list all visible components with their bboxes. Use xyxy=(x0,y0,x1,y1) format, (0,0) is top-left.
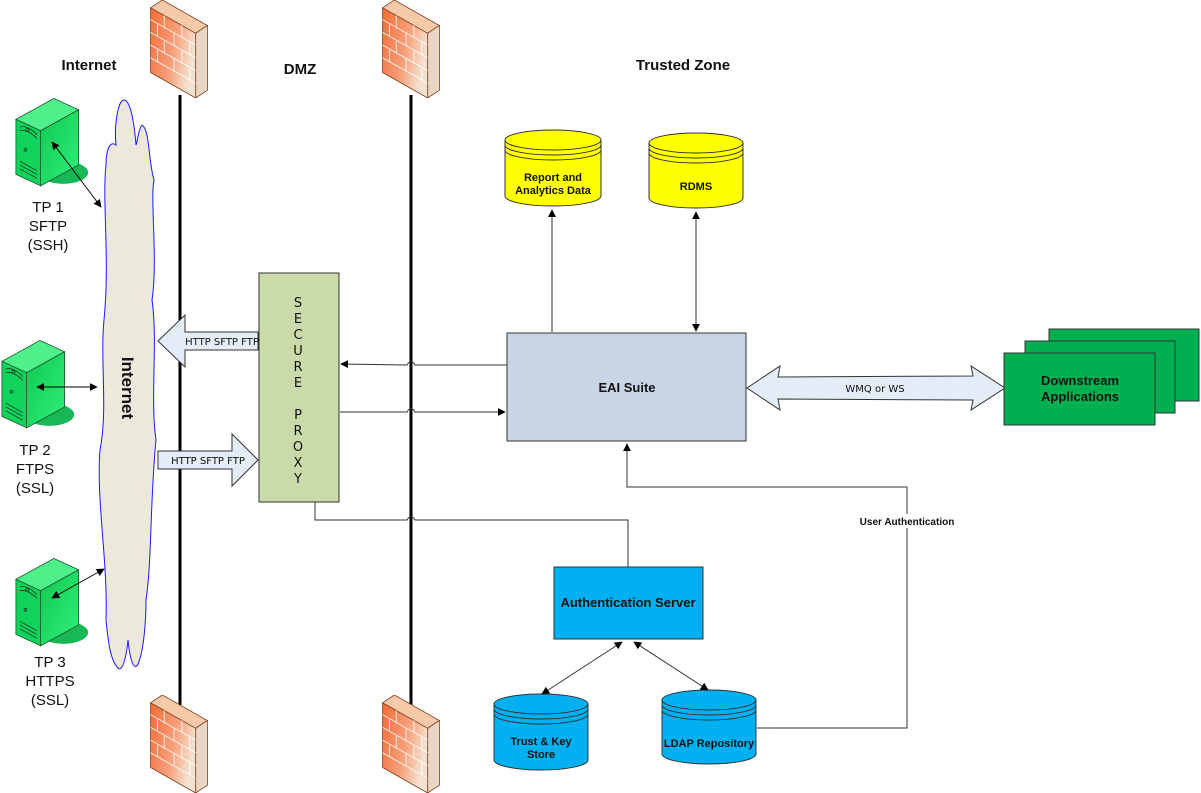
svg-text:S: S xyxy=(294,296,302,311)
server-icon-tp3 xyxy=(15,557,89,647)
svg-text:U: U xyxy=(293,344,303,359)
wmq-ws-label: WMQ or WS xyxy=(845,384,904,395)
authentication-server-label: Authentication Server xyxy=(560,595,695,610)
svg-text:E: E xyxy=(294,312,302,327)
svg-text:Store: Store xyxy=(527,749,555,761)
svg-text:E: E xyxy=(294,376,302,391)
svg-text:HTTPS: HTTPS xyxy=(25,673,74,690)
network-diagram: Internet DMZ Trusted Zone Internet TP 1 … xyxy=(1,0,1200,793)
auth-trust-store-arrow xyxy=(541,641,623,695)
report-analytics-db: Report and Analytics Data xyxy=(504,129,602,207)
svg-text:RDMS: RDMS xyxy=(680,181,712,193)
inbound-protocol-label: HTTP SFTP FTP xyxy=(171,456,245,467)
svg-text:Y: Y xyxy=(293,472,302,487)
auth-ldap-arrow xyxy=(633,641,709,691)
svg-text:LDAP Repository: LDAP Repository xyxy=(664,738,755,750)
firewall-icon xyxy=(382,0,440,98)
server-icon-tp2 xyxy=(1,339,75,429)
eai-to-proxy-arrow xyxy=(340,360,507,369)
svg-text:(SSL): (SSL) xyxy=(31,692,69,709)
zone-label-dmz: DMZ xyxy=(284,61,317,78)
svg-text:R: R xyxy=(293,360,302,375)
svg-text:X: X xyxy=(294,456,303,471)
firewall-icon xyxy=(150,695,208,793)
eai-suite-label: EAI Suite xyxy=(598,380,655,395)
downstream-label-line2: Applications xyxy=(1041,389,1119,404)
svg-text:Trust & Key: Trust & Key xyxy=(510,736,572,748)
svg-text:Analytics Data: Analytics Data xyxy=(515,185,592,197)
svg-text:O: O xyxy=(293,440,303,455)
cloud-label: Internet xyxy=(118,357,137,420)
svg-text:P: P xyxy=(294,408,302,423)
svg-text:(SSL): (SSL) xyxy=(16,480,54,497)
zone-label-internet: Internet xyxy=(61,57,116,74)
ldap-repository-db: LDAP Repository xyxy=(661,689,757,765)
tp1-label: TP 1 SFTP (SSH) xyxy=(28,199,69,254)
svg-text:Report and: Report and xyxy=(524,172,582,184)
tp3-label: TP 3 HTTPS (SSL) xyxy=(25,654,74,709)
svg-text:(SSH): (SSH) xyxy=(28,237,69,254)
proxy-to-auth-line xyxy=(314,502,629,567)
svg-text:TP 3: TP 3 xyxy=(34,654,65,671)
firewall-icon xyxy=(382,695,440,793)
zone-label-trusted: Trusted Zone xyxy=(636,57,730,74)
downstream-label-line1: Downstream xyxy=(1041,373,1119,388)
firewall-icon xyxy=(150,0,208,98)
svg-text:SFTP: SFTP xyxy=(29,218,67,235)
trust-key-store-db: Trust & Key Store xyxy=(493,693,589,771)
outbound-protocol-label: HTTP SFTP FTP xyxy=(185,337,259,348)
svg-text:TP 2: TP 2 xyxy=(19,442,50,459)
svg-text:FTPS: FTPS xyxy=(16,461,54,478)
svg-text:C: C xyxy=(293,328,302,343)
rdms-db: RDMS xyxy=(648,132,744,209)
svg-text:TP 1: TP 1 xyxy=(32,199,63,216)
svg-text:R: R xyxy=(293,424,302,439)
tp2-label: TP 2 FTPS (SSL) xyxy=(16,442,54,497)
user-authentication-label: User Authentication xyxy=(860,517,955,528)
proxy-to-eai-arrow xyxy=(340,408,506,416)
